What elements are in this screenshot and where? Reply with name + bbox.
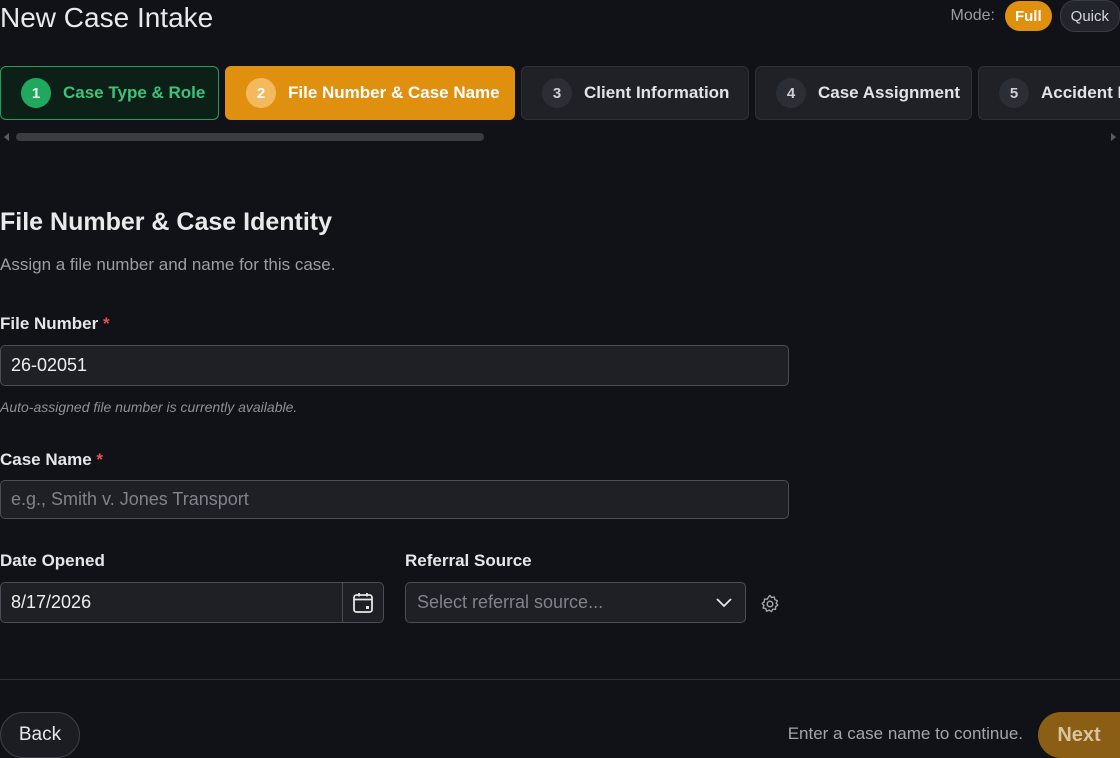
date-opened-label: Date Opened	[0, 551, 105, 570]
scroll-right-icon[interactable]	[1111, 133, 1116, 141]
gear-icon[interactable]	[760, 594, 780, 614]
file-number-hint: Auto-assigned file number is currently a…	[0, 399, 298, 415]
step-number: 1	[21, 78, 51, 108]
step-label: Case Assignment	[818, 83, 961, 102]
section-title: File Number & Case Identity	[0, 208, 333, 236]
file-number-label-text: File Number	[0, 314, 99, 333]
page-title: New Case Intake	[0, 2, 214, 33]
step-label: Accident D	[1041, 83, 1120, 102]
mode-label: Mode:	[950, 7, 995, 24]
footer-divider	[0, 679, 1120, 680]
scroll-left-icon[interactable]	[4, 133, 9, 141]
step-number: 2	[246, 78, 276, 108]
mode-quick-button[interactable]: Quick	[1059, 0, 1120, 32]
back-button[interactable]: Back	[0, 712, 80, 758]
step-number: 4	[776, 78, 806, 108]
mode-full-button[interactable]: Full	[1004, 1, 1052, 31]
step-tabs: 1 Case Type & Role 2 File Number & Case …	[0, 66, 1120, 122]
next-button[interactable]: Next	[1038, 712, 1120, 758]
step-tab-case-assignment[interactable]: 4 Case Assignment	[755, 66, 972, 120]
step-label: File Number & Case Name	[288, 83, 500, 102]
referral-source-label: Referral Source	[405, 551, 532, 570]
step-label: Case Type & Role	[63, 83, 206, 102]
referral-source-select[interactable]: Select referral source...	[405, 582, 746, 623]
step-number: 5	[999, 78, 1029, 108]
referral-source-placeholder: Select referral source...	[417, 592, 604, 612]
case-name-input[interactable]	[0, 480, 789, 519]
calendar-icon	[353, 592, 373, 613]
chevron-down-icon	[716, 598, 732, 608]
date-opened-input[interactable]	[0, 582, 343, 623]
case-name-label: Case Name *	[0, 450, 103, 470]
step-tab-client-information[interactable]: 3 Client Information	[521, 66, 749, 120]
case-name-label-text: Case Name	[0, 450, 92, 469]
section-subtitle: Assign a file number and name for this c…	[0, 255, 336, 274]
date-picker-button[interactable]	[342, 582, 384, 623]
step-tab-case-type[interactable]: 1 Case Type & Role	[0, 66, 219, 120]
mode-switch: Mode: Full Quick	[951, 0, 1120, 32]
step-label: Client Information	[584, 83, 730, 102]
required-mark: *	[102, 314, 110, 333]
required-mark: *	[96, 450, 104, 469]
step-tab-accident-details[interactable]: 5 Accident D	[978, 66, 1120, 120]
step-number: 3	[542, 78, 572, 108]
scrollbar-thumb[interactable]	[16, 133, 484, 141]
file-number-input[interactable]	[0, 345, 789, 386]
step-tab-file-number[interactable]: 2 File Number & Case Name	[225, 66, 515, 120]
footer-message: Enter a case name to continue.	[787, 724, 1023, 743]
file-number-label: File Number *	[0, 314, 110, 334]
step-tabs-scrollbar[interactable]	[0, 131, 1120, 143]
